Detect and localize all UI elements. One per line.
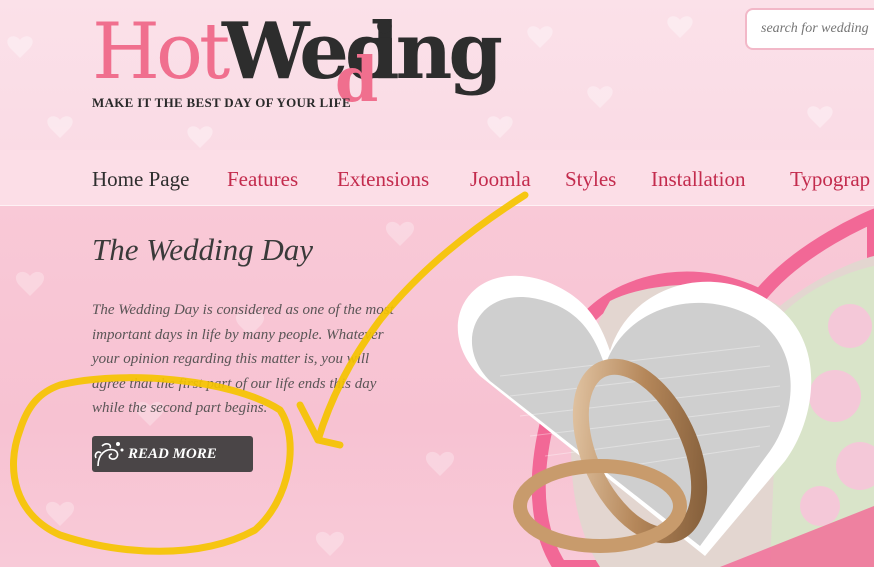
hero-title: The Wedding Day [92, 232, 313, 267]
swirl-ornament-icon [94, 442, 124, 467]
nav-item-styles[interactable]: Styles [565, 167, 616, 192]
logo-ing: ing [370, 6, 503, 97]
read-more-button[interactable]: READ MORE [92, 436, 253, 472]
main-nav: Home Page Features Extensions Joomla Sty… [0, 150, 874, 206]
hero-line: agree that the first part of our life en… [92, 375, 377, 392]
nav-item-joomla[interactable]: Joomla [470, 167, 531, 192]
site-header: Hot Wed d ing MAKE IT THE BEST DAY OF YO… [0, 0, 874, 150]
search-box[interactable] [745, 8, 874, 50]
logo-hot: Hot [92, 7, 230, 97]
nav-item-home[interactable]: Home Page [92, 167, 189, 192]
nav-item-extensions[interactable]: Extensions [337, 167, 429, 192]
hero-section: The Wedding Day The Wedding Day is consi… [0, 206, 874, 567]
hero-line: The Wedding Day is considered as one of … [92, 302, 394, 318]
nav-item-features[interactable]: Features [227, 167, 298, 192]
nav-item-installation[interactable]: Installation [651, 167, 745, 192]
hero-line: important days in life by many people. W… [92, 326, 384, 343]
site-tagline: MAKE IT THE BEST DAY OF YOUR LIFE [92, 95, 352, 110]
nav-item-typography[interactable]: Typograp [790, 167, 870, 192]
search-input[interactable] [761, 21, 874, 37]
read-more-label: READ MORE [128, 445, 217, 462]
hero-line: your opinion regarding this matter is, y… [92, 351, 370, 367]
hero-line: while the second part begins. [92, 400, 268, 416]
hero-paragraph: The Wedding Day is considered as one of … [92, 298, 442, 421]
